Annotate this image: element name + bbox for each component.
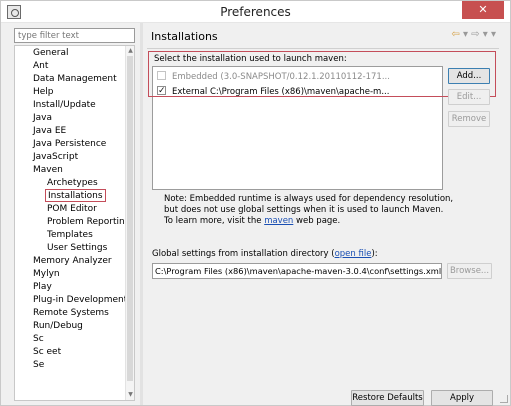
maven-link[interactable]: maven (264, 216, 293, 226)
resize-grip[interactable] (500, 395, 508, 403)
embedded-runtime-note: Note: Embedded runtime is always used fo… (164, 194, 454, 227)
tree-item-templates[interactable]: Templates (47, 229, 93, 242)
edit-button[interactable]: Edit... (448, 89, 490, 105)
global-settings-text-end: ): (371, 249, 378, 259)
scroll-down-icon[interactable]: ▼ (127, 391, 134, 399)
global-settings-text: Global settings from installation direct… (152, 249, 335, 259)
tree-item-ant[interactable]: Ant (33, 60, 48, 73)
tree-item-remote-systems[interactable]: Remote Systems (33, 307, 109, 320)
tree-item-installations[interactable]: Installations (45, 189, 106, 202)
note-text-end: web page. (293, 216, 341, 226)
back-menu-icon[interactable]: ▾ (463, 29, 468, 40)
tree-item-problem-reporting[interactable]: Problem Reporting (47, 216, 130, 229)
forward-menu-icon[interactable]: ▾ (483, 29, 488, 40)
tree-item-pom-editor[interactable]: POM Editor (47, 203, 97, 216)
tree-item-se[interactable]: Se (33, 359, 44, 372)
global-settings-field[interactable]: C:\Program Files (x86)\maven\apache-mave… (152, 263, 442, 279)
tree-item-memory-analyzer[interactable]: Memory Analyzer (33, 255, 112, 268)
pane-divider[interactable] (140, 23, 143, 405)
title-separator (147, 48, 499, 49)
open-file-link[interactable]: open file (335, 249, 372, 259)
scroll-thumb[interactable] (127, 56, 133, 381)
forward-arrow-icon[interactable]: ⇨ (471, 29, 479, 40)
tree-item-sc[interactable]: Sc (33, 333, 44, 346)
tree-item-plugin-development[interactable]: Plug-in Development (33, 294, 127, 307)
tree-item-sc-eet[interactable]: Sc eet (33, 346, 61, 359)
tree-item-javascript[interactable]: JavaScript (33, 151, 78, 164)
tree-item-run-debug[interactable]: Run/Debug (33, 320, 83, 333)
tree-item-data-management[interactable]: Data Management (33, 73, 117, 86)
view-menu-icon[interactable]: ▾ (491, 29, 496, 40)
title-bar: Preferences ✕ (1, 1, 510, 23)
tree-item-play[interactable]: Play (33, 281, 52, 294)
filter-input[interactable] (14, 28, 135, 43)
page-navigation: ⇦ ▾ ⇨ ▾ ▾ (451, 29, 496, 40)
tree-item-user-settings[interactable]: User Settings (47, 242, 107, 255)
page-title: Installations (151, 30, 218, 43)
back-arrow-icon[interactable]: ⇦ (451, 29, 459, 40)
preference-tree: General Ant Data Management Help Install… (14, 45, 135, 401)
scroll-up-icon[interactable]: ▲ (127, 47, 134, 55)
remove-button[interactable]: Remove (448, 111, 490, 127)
tree-item-mylyn[interactable]: Mylyn (33, 268, 60, 281)
tree-item-maven[interactable]: Maven (33, 164, 63, 177)
preferences-window: Preferences ✕ General Ant Data Managemen… (0, 0, 511, 406)
tree-item-general[interactable]: General (33, 47, 68, 60)
annotation-highlight-box (148, 51, 496, 97)
tree-scrollbar[interactable]: ▲ ▼ (125, 46, 134, 400)
window-title: Preferences (220, 5, 291, 19)
tree-item-java-ee[interactable]: Java EE (33, 125, 66, 138)
close-button[interactable]: ✕ (462, 1, 504, 19)
tree-item-install-update[interactable]: Install/Update (33, 99, 96, 112)
add-button[interactable]: Add... (448, 68, 490, 84)
tree-item-java-persistence[interactable]: Java Persistence (33, 138, 106, 151)
global-settings-label: Global settings from installation direct… (152, 249, 378, 259)
tree-item-java[interactable]: Java (33, 112, 52, 125)
tree-item-help[interactable]: Help (33, 86, 54, 99)
browse-button[interactable]: Browse... (447, 263, 492, 279)
restore-defaults-button[interactable]: Restore Defaults (351, 390, 424, 406)
apply-button[interactable]: Apply (431, 390, 493, 406)
